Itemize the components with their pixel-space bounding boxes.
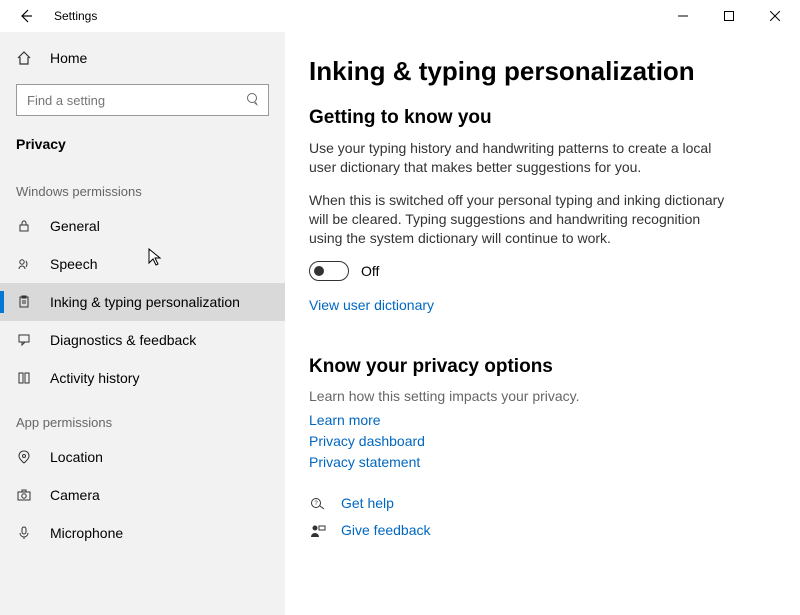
back-button[interactable]: [16, 6, 36, 26]
content-area: Inking & typing personalization Getting …: [285, 32, 800, 615]
get-help-row[interactable]: ? Get help: [309, 493, 768, 514]
titlebar: Settings: [0, 0, 800, 32]
get-help-link: Get help: [341, 493, 394, 514]
sidebar-item-diagnostics[interactable]: Diagnostics & feedback: [0, 321, 285, 359]
learn-more-link[interactable]: Learn more: [309, 410, 768, 431]
close-icon: [770, 11, 780, 21]
maximize-icon: [724, 11, 734, 21]
privacy-subtext: Learn how this setting impacts your priv…: [309, 388, 768, 404]
personalization-toggle[interactable]: [309, 261, 349, 281]
section-heading-privacy-options: Know your privacy options: [309, 356, 768, 378]
history-icon: [16, 371, 32, 385]
sidebar-item-label: Activity history: [50, 370, 139, 386]
sidebar-item-camera[interactable]: Camera: [0, 476, 285, 514]
search-icon: [245, 91, 261, 107]
help-icon: ?: [309, 496, 327, 512]
sidebar-home-label: Home: [50, 50, 87, 66]
section-heading-getting-to-know: Getting to know you: [309, 107, 768, 129]
arrow-left-icon: [18, 8, 34, 24]
sidebar-item-label: Location: [50, 449, 103, 465]
page-title: Inking & typing personalization: [309, 56, 768, 87]
sidebar-home[interactable]: Home: [0, 42, 285, 74]
sidebar-item-label: Diagnostics & feedback: [50, 332, 196, 348]
description-para-1: Use your typing history and handwriting …: [309, 139, 729, 177]
sidebar-item-general[interactable]: General: [0, 207, 285, 245]
camera-icon: [16, 488, 32, 502]
svg-text:?: ?: [314, 501, 318, 507]
description-para-2: When this is switched off your personal …: [309, 191, 729, 248]
microphone-icon: [16, 526, 32, 540]
sidebar-item-speech[interactable]: Speech: [0, 245, 285, 283]
sidebar-section-app-permissions: App permissions: [0, 397, 285, 438]
sidebar-category: Privacy: [0, 126, 285, 166]
minimize-icon: [678, 11, 688, 21]
view-user-dictionary-link[interactable]: View user dictionary: [309, 295, 768, 316]
feedback-icon: [16, 333, 32, 347]
sidebar-item-label: Inking & typing personalization: [50, 294, 240, 310]
privacy-dashboard-link[interactable]: Privacy dashboard: [309, 431, 768, 452]
sidebar-item-label: General: [50, 218, 100, 234]
toggle-label: Off: [361, 263, 379, 279]
minimize-button[interactable]: [660, 0, 706, 32]
sidebar: Home Privacy Windows permissions General…: [0, 32, 285, 615]
sidebar-item-activity[interactable]: Activity history: [0, 359, 285, 397]
sidebar-item-label: Speech: [50, 256, 97, 272]
privacy-statement-link[interactable]: Privacy statement: [309, 452, 768, 473]
sidebar-item-inking[interactable]: Inking & typing personalization: [0, 283, 285, 321]
sidebar-item-location[interactable]: Location: [0, 438, 285, 476]
window-title: Settings: [54, 9, 97, 23]
home-icon: [16, 50, 32, 66]
clipboard-icon: [16, 295, 32, 309]
location-icon: [16, 450, 32, 464]
search-input[interactable]: [16, 84, 269, 116]
maximize-button[interactable]: [706, 0, 752, 32]
lock-icon: [16, 219, 32, 233]
sidebar-section-windows-permissions: Windows permissions: [0, 166, 285, 207]
feedback-person-icon: [309, 523, 327, 539]
sidebar-item-label: Camera: [50, 487, 100, 503]
speech-icon: [16, 257, 32, 271]
sidebar-item-label: Microphone: [50, 525, 123, 541]
give-feedback-row[interactable]: Give feedback: [309, 520, 768, 541]
sidebar-item-microphone[interactable]: Microphone: [0, 514, 285, 552]
close-button[interactable]: [752, 0, 798, 32]
give-feedback-link: Give feedback: [341, 520, 431, 541]
